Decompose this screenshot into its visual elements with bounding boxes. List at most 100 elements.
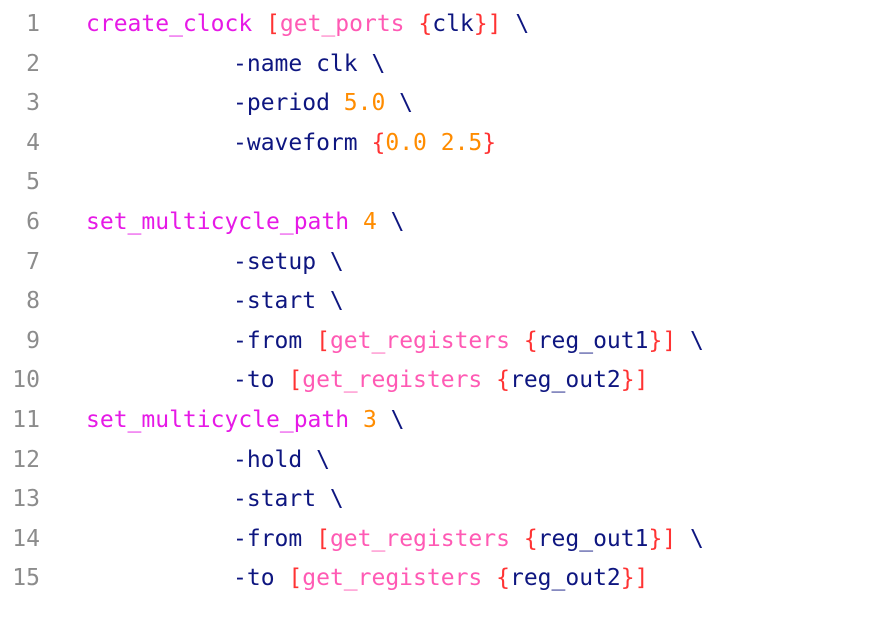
code-line[interactable]: 12 -hold \ [0, 440, 885, 480]
code-token-fn: get_registers [302, 565, 483, 592]
line-number: 7 [26, 248, 40, 275]
code-token-arg: \ [676, 525, 704, 552]
code-token-fn: get_registers [329, 525, 510, 552]
code-token-arg: reg_out1 [537, 327, 649, 354]
code-token-fn: get_registers [302, 367, 483, 394]
code-token-num: 3 [362, 407, 377, 433]
code-token-arg: reg_out2 [509, 367, 621, 394]
code-token-br: { [523, 327, 538, 354]
code-token-cmd: create_clock [86, 11, 253, 37]
line-number: 3 [26, 90, 40, 117]
code-token-arg: -period [233, 90, 344, 117]
code-token-arg [510, 328, 524, 354]
code-line[interactable]: 5 [0, 162, 885, 202]
code-text: -start \ [233, 281, 344, 321]
code-line[interactable]: 9 -from [get_registers {reg_out1}] \ [0, 321, 885, 361]
code-token-br: } [648, 327, 663, 354]
code-token-arg [482, 565, 496, 591]
code-text: -hold \ [233, 440, 330, 480]
code-token-arg [405, 11, 419, 37]
code-token-br: { [523, 525, 538, 552]
code-token-br: } [620, 565, 635, 592]
code-token-arg: -setup \ [233, 248, 344, 275]
line-number: 8 [26, 288, 40, 315]
code-line[interactable]: 13 -start \ [0, 479, 885, 519]
code-token-arg [482, 367, 496, 393]
code-line[interactable]: 7 -setup \ [0, 242, 885, 282]
code-token-arg: reg_out2 [509, 565, 621, 592]
code-text: -name clk \ [233, 44, 385, 84]
code-token-br: } [620, 367, 635, 394]
code-token-arg: -start \ [233, 486, 344, 513]
code-token-br: { [371, 129, 386, 156]
code-line[interactable]: 6 set_multicycle_path 4 \ [0, 202, 885, 242]
code-text: create_clock [get_ports {clk}] \ [86, 4, 529, 44]
code-line[interactable]: 1 create_clock [get_ports {clk}] \ [0, 4, 885, 44]
code-token-br: } [482, 129, 497, 156]
code-line[interactable]: 2 -name clk \ [0, 44, 885, 84]
code-token-br: } [473, 11, 488, 37]
code-token-arg: -to [233, 367, 289, 394]
code-token-cmd: set_multicycle_path [86, 209, 350, 235]
code-token-arg: -waveform [233, 129, 372, 156]
code-text: -period 5.0 \ [233, 83, 413, 123]
line-number: 5 [26, 169, 40, 196]
code-text: set_multicycle_path 3 \ [86, 400, 405, 440]
line-number: 9 [26, 327, 40, 354]
code-token-fn: get_registers [329, 327, 510, 354]
code-text: -from [get_registers {reg_out1}] \ [233, 519, 704, 559]
code-token-arg: \ [676, 327, 704, 354]
code-token-arg: \ [376, 209, 405, 235]
code-token-arg: clk [432, 11, 474, 37]
code-token-br: ] [662, 525, 677, 552]
code-text: set_multicycle_path 4 \ [86, 202, 405, 242]
code-token-br: } [648, 525, 663, 552]
code-token-num: 4 [362, 209, 377, 235]
code-token-br: { [496, 565, 510, 592]
code-text: -waveform {0.0 2.5} [233, 123, 496, 163]
code-token-br: [ [288, 367, 303, 394]
code-line[interactable]: 14 -from [get_registers {reg_out1}] \ [0, 519, 885, 559]
code-token-br: { [496, 367, 510, 394]
code-token-arg: -to [233, 565, 289, 592]
code-text: -setup \ [233, 242, 344, 282]
code-text: -start \ [233, 479, 344, 519]
line-number: 14 [12, 525, 40, 552]
line-number: 13 [12, 486, 40, 513]
code-token-br: [ [316, 327, 330, 354]
code-token-arg: \ [376, 407, 405, 433]
code-text: -from [get_registers {reg_out1}] \ [233, 321, 704, 361]
code-token-br: ] [634, 565, 649, 592]
code-token-br: { [418, 11, 433, 37]
code-line[interactable]: 10 -to [get_registers {reg_out2}] [0, 360, 885, 400]
code-token-br: [ [266, 11, 280, 37]
line-number: 6 [26, 209, 40, 235]
code-token-br: ] [487, 11, 502, 37]
line-number: 12 [12, 446, 40, 473]
code-line[interactable]: 15 -to [get_registers {reg_out2}] [0, 558, 885, 598]
code-editor[interactable]: 1 create_clock [get_ports {clk}] \ 2 -name … [0, 0, 885, 627]
code-token-arg [252, 11, 266, 37]
code-token-arg: -start \ [233, 288, 344, 315]
line-number: 10 [12, 367, 40, 394]
code-line[interactable]: 4 -waveform {0.0 2.5} [0, 123, 885, 163]
code-line[interactable]: 8 -start \ [0, 281, 885, 321]
code-line[interactable]: 11 set_multicycle_path 3 \ [0, 400, 885, 440]
code-token-arg: reg_out1 [537, 525, 649, 552]
line-number: 15 [12, 565, 40, 592]
code-token-num: 5.0 [343, 90, 386, 117]
line-number: 4 [26, 129, 40, 156]
code-token-arg: \ [501, 11, 530, 37]
code-text: -to [get_registers {reg_out2}] [233, 360, 648, 400]
code-token-br: ] [662, 327, 677, 354]
code-token-br: [ [316, 525, 330, 552]
code-token-fn: get_ports [279, 11, 405, 37]
line-number: 1 [26, 11, 40, 37]
code-token-br: ] [634, 367, 649, 394]
code-token-num: 0.0 2.5 [385, 129, 483, 156]
code-text: -to [get_registers {reg_out2}] [233, 558, 648, 598]
code-token-cmd: set_multicycle_path [86, 407, 350, 433]
code-token-br: [ [288, 565, 303, 592]
code-line[interactable]: 3 -period 5.0 \ [0, 83, 885, 123]
code-token-arg [349, 407, 363, 433]
